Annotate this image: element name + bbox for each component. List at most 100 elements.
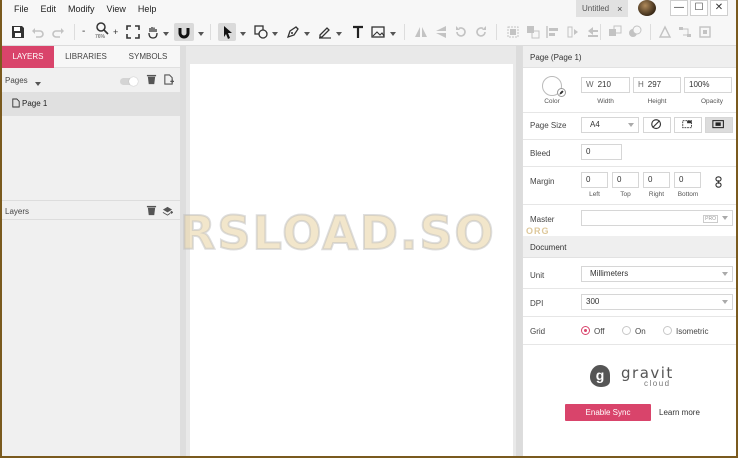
toolbar-separator xyxy=(74,24,75,40)
redo-icon[interactable] xyxy=(51,25,65,39)
hand-tool-dropdown-icon[interactable] xyxy=(163,29,169,36)
menu-view[interactable]: View xyxy=(101,0,132,18)
height-field[interactable]: H 297 xyxy=(633,77,681,93)
distribute-icon[interactable] xyxy=(566,25,580,39)
page-canvas[interactable] xyxy=(190,64,513,456)
orientation-button[interactable] xyxy=(643,117,671,133)
add-layer-icon[interactable] xyxy=(162,205,173,218)
page-section-title: Page (Page 1) xyxy=(530,53,582,62)
delete-page-icon[interactable] xyxy=(146,74,157,87)
flip-horizontal-icon[interactable] xyxy=(414,25,428,39)
opacity-field[interactable]: 100% xyxy=(684,77,732,93)
toolbar-separator xyxy=(404,24,405,40)
menu-help[interactable]: Help xyxy=(132,0,163,18)
watermark-sub: ORG xyxy=(526,226,550,236)
arrange-icon[interactable] xyxy=(526,25,540,39)
toolbar-separator xyxy=(650,24,651,40)
close-tab-icon[interactable]: × xyxy=(617,4,622,14)
user-avatar[interactable] xyxy=(638,0,656,16)
page-size-select[interactable]: A4 xyxy=(581,117,639,133)
pages-header: Pages xyxy=(2,70,180,90)
save-icon[interactable] xyxy=(11,25,25,39)
margin-right-field[interactable]: 0 xyxy=(643,172,670,188)
page-list-item[interactable]: Page 1 xyxy=(2,92,180,116)
pen-dropdown-icon[interactable] xyxy=(304,29,310,36)
zoom-magnifier-icon[interactable] xyxy=(95,21,109,35)
maximize-button[interactable]: ☐ xyxy=(690,0,708,16)
snapping-dropdown-icon[interactable] xyxy=(198,29,204,36)
shape-dropdown-icon[interactable] xyxy=(272,29,278,36)
boolean-union-icon[interactable] xyxy=(608,25,622,39)
dpi-value: 300 xyxy=(586,297,600,306)
opacity-caption: Opacity xyxy=(700,98,724,105)
delete-layer-icon[interactable] xyxy=(146,205,157,218)
fit-page-button[interactable] xyxy=(674,117,702,133)
tab-libraries[interactable]: LIBRARIES xyxy=(58,46,114,68)
width-field[interactable]: W 210 xyxy=(581,77,630,93)
pages-dropdown-icon[interactable] xyxy=(35,79,41,89)
undo-icon[interactable] xyxy=(31,25,45,39)
minimize-button[interactable]: — xyxy=(670,0,688,16)
unit-dropdown-icon xyxy=(722,272,728,276)
tab-layers[interactable]: LAYERS xyxy=(2,46,54,68)
margin-bottom-field[interactable]: 0 xyxy=(674,172,701,188)
unit-select[interactable]: Millimeters xyxy=(581,266,733,282)
enable-sync-button[interactable]: Enable Sync xyxy=(565,404,651,421)
dpi-label: DPI xyxy=(530,299,544,308)
rotate-left-icon[interactable] xyxy=(454,25,468,39)
boolean-subtract-icon[interactable] xyxy=(628,25,642,39)
divider xyxy=(523,344,736,345)
pages-toggle[interactable] xyxy=(120,77,138,86)
learn-more-link[interactable]: Learn more xyxy=(659,408,700,417)
menu-file[interactable]: File xyxy=(8,0,35,18)
pointer-dropdown-icon[interactable] xyxy=(240,29,246,36)
pencil-tool-icon[interactable] xyxy=(318,25,332,39)
grid-on-radio[interactable] xyxy=(622,326,631,335)
grid-off-radio[interactable] xyxy=(581,326,590,335)
flip-vertical-icon[interactable] xyxy=(434,25,448,39)
triangle-icon[interactable] xyxy=(658,25,672,39)
mask-icon[interactable] xyxy=(698,25,712,39)
margin-left-field[interactable]: 0 xyxy=(581,172,608,188)
pointer-tool-button[interactable] xyxy=(218,23,236,41)
shape-tool-icon[interactable] xyxy=(254,25,268,39)
margin-top-value: 0 xyxy=(617,175,622,184)
link-margins-icon[interactable] xyxy=(714,176,723,190)
divider xyxy=(523,139,736,140)
master-select[interactable]: PRO xyxy=(581,210,733,226)
align-icon[interactable] xyxy=(546,25,560,39)
zoom-out-icon[interactable]: - xyxy=(82,26,96,40)
bleed-value: 0 xyxy=(586,147,591,156)
menu-edit[interactable]: Edit xyxy=(35,0,63,18)
divider xyxy=(523,204,736,205)
document-section-header: Document xyxy=(523,236,736,258)
image-tool-icon[interactable] xyxy=(371,25,385,39)
tab-symbols[interactable]: SYMBOLS xyxy=(120,46,176,68)
group-icon[interactable] xyxy=(506,25,520,39)
page-border-button[interactable] xyxy=(705,117,733,133)
dpi-select[interactable]: 300 xyxy=(581,294,733,310)
document-tab[interactable]: Untitled × xyxy=(576,0,628,17)
snapping-toggle[interactable] xyxy=(174,23,194,41)
pencil-dropdown-icon[interactable] xyxy=(336,29,342,36)
margin-top-field[interactable]: 0 xyxy=(612,172,639,188)
text-tool-icon[interactable] xyxy=(351,25,365,39)
margin-left-value: 0 xyxy=(586,175,591,184)
add-page-icon[interactable] xyxy=(163,74,174,87)
edit-color-icon[interactable] xyxy=(557,88,566,97)
export-icon[interactable] xyxy=(586,25,600,39)
bleed-field[interactable]: 0 xyxy=(581,144,622,160)
zoom-level: 76% xyxy=(95,34,106,40)
path-icon[interactable] xyxy=(678,25,692,39)
rotate-right-icon[interactable] xyxy=(474,25,488,39)
zoom-in-icon[interactable]: + xyxy=(113,27,127,41)
grid-isometric-radio[interactable] xyxy=(663,326,672,335)
watermark: RSLOAD.SO xyxy=(179,205,496,261)
menu-modify[interactable]: Modify xyxy=(62,0,101,18)
image-dropdown-icon[interactable] xyxy=(390,29,396,36)
hand-tool-icon[interactable] xyxy=(146,25,160,39)
fit-screen-icon[interactable] xyxy=(126,25,140,39)
close-window-button[interactable]: ✕ xyxy=(710,0,728,16)
toolbar-separator xyxy=(496,24,497,40)
pen-tool-icon[interactable] xyxy=(286,25,300,39)
